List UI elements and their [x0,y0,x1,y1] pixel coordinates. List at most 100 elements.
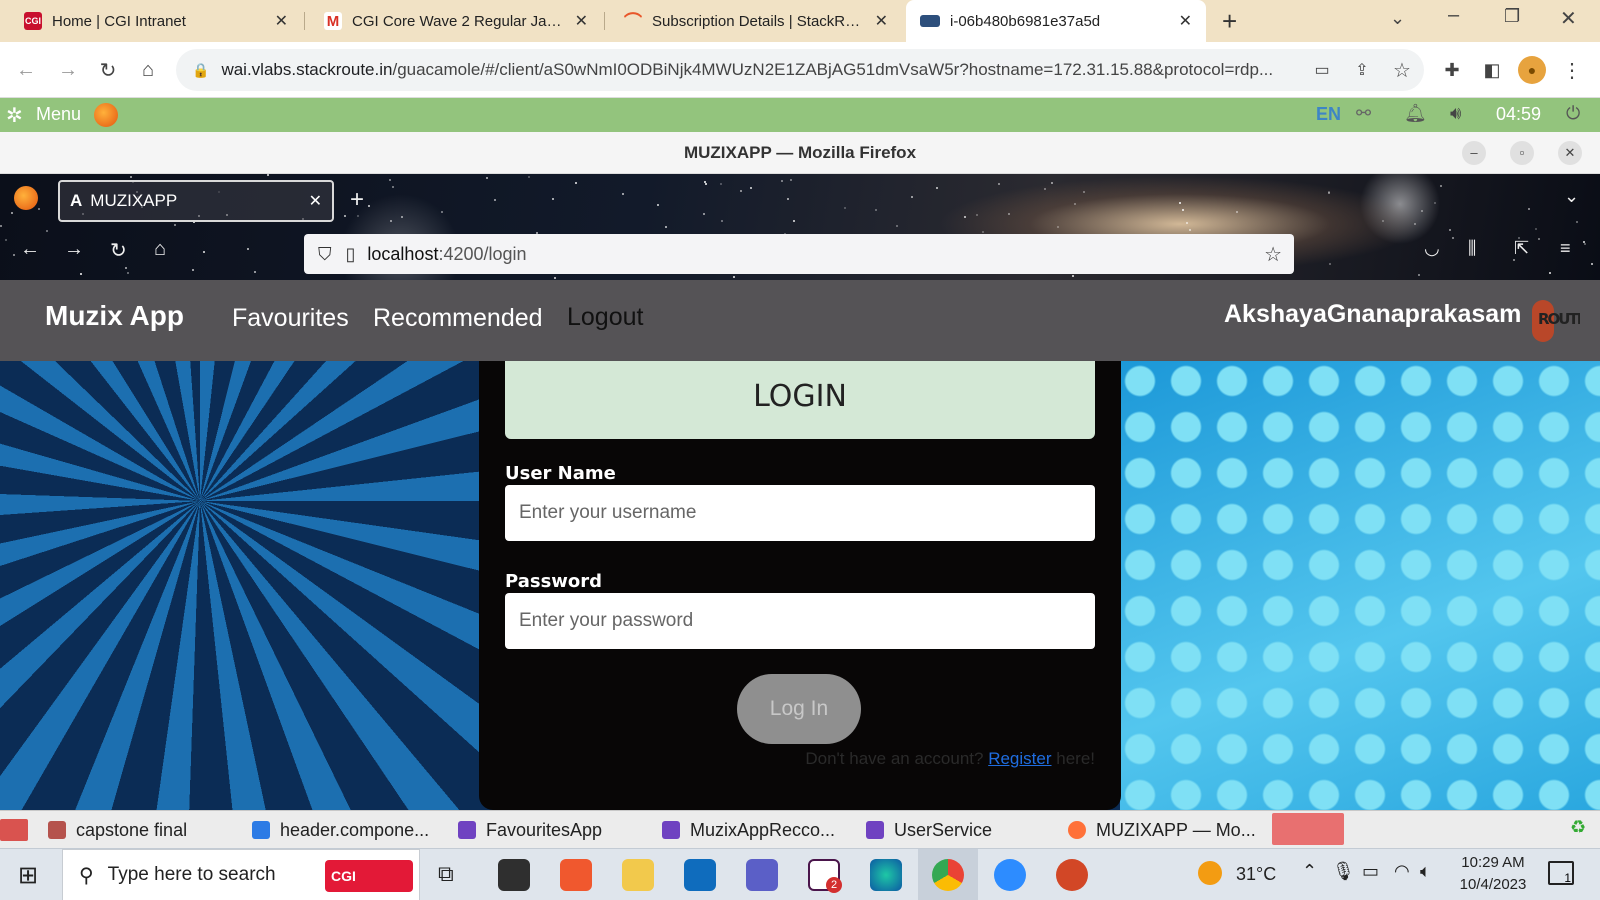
app-icon-hand[interactable] [560,859,592,891]
forward-button[interactable]: → [54,56,82,84]
menu-label[interactable]: Menu [36,104,81,125]
login-button[interactable]: Log In [737,674,861,744]
chrome-tab-gmail[interactable]: M CGI Core Wave 2 Regular Java B ✕ [310,0,602,42]
star-decoration [11,212,13,214]
firefox-launcher-icon[interactable] [94,103,118,127]
close-icon[interactable]: ✕ [1179,11,1192,31]
close-icon[interactable]: ✕ [309,191,322,211]
close-icon[interactable]: ✕ [275,11,288,31]
network-icon[interactable]: ⚯ [1356,103,1371,124]
notification-bell-icon[interactable]: 🔔︎ [1404,103,1427,124]
list-tabs-icon[interactable]: ⌄ [1564,186,1579,207]
reload-button[interactable]: ↻ [94,56,122,84]
extensions-icon[interactable]: ✚ [1438,56,1466,84]
menu-icon[interactable]: ✲ [6,103,23,128]
power-icon[interactable]: ⏻ [1566,103,1580,124]
maximize-button[interactable]: ▫ [1510,141,1534,165]
tab-search-chevron-icon[interactable]: ⌄ [1390,8,1405,29]
share-icon[interactable]: ⇪ [1348,56,1376,84]
taskbar-item-muzixapprecco[interactable]: MuzixAppRecco... [662,817,835,843]
taskbar-item-userservice[interactable]: UserService [866,817,992,843]
firefox-titlebar: MUZIXAPP — Mozilla Firefox – ▫ ✕ [0,132,1600,174]
system-date[interactable]: 10/4/2023 [1456,876,1530,893]
chrome-taskbar-active[interactable] [918,849,978,900]
firefox-window-preview[interactable] [1272,813,1344,845]
side-panel-icon[interactable]: ◧ [1478,56,1506,84]
teams-icon[interactable] [746,859,778,891]
nav-recommended[interactable]: Recommended [373,304,543,333]
nav-logout[interactable]: Logout [567,303,643,332]
weather-icon[interactable] [1198,861,1222,885]
volume-icon[interactable]: 🔊︎ [1450,103,1461,124]
back-button[interactable]: ← [20,238,40,261]
tab-label: MUZIXAPP [90,191,178,210]
system-time[interactable]: 10:29 AM [1456,854,1530,871]
star-decoration [486,177,488,179]
speaker-icon[interactable]: 🔈︎ [1420,861,1431,882]
close-window-button[interactable]: ✕ [1560,6,1577,31]
address-bar[interactable]: 🔒 wai.vlabs.stackroute.in/guacamole/#/cl… [176,49,1424,91]
back-button[interactable]: ← [12,56,40,84]
star-decoration [192,269,194,271]
brand-title[interactable]: Muzix App [45,300,184,332]
battery-icon[interactable]: ▭ [1362,861,1379,882]
url-host: localhost [367,243,439,264]
minimize-button[interactable]: – [1462,141,1486,165]
edge-icon[interactable] [870,859,902,891]
firefox-tab-muzixapp[interactable]: A MUZIXAPP ✕ [58,180,334,222]
microphone-icon[interactable]: 🎙︎ [1332,861,1355,882]
outlook-icon[interactable] [684,859,716,891]
library-icon[interactable]: ⫼ [1468,238,1476,259]
taskbar-item-header-component[interactable]: header.compone... [252,817,429,843]
chrome-tab-cgi-intranet[interactable]: CGI Home | CGI Intranet ✕ [10,0,302,42]
profile-avatar[interactable]: ● [1518,56,1546,84]
file-explorer-icon[interactable] [622,859,654,891]
username-input[interactable] [505,485,1095,541]
zoom-icon[interactable] [994,859,1026,891]
windows-start-icon[interactable]: ⊞ [18,861,38,890]
show-hidden-icons[interactable]: ⌃ [1302,861,1317,882]
register-link[interactable]: Register [988,749,1051,768]
home-button[interactable]: ⌂ [154,238,166,261]
chrome-tab-vm[interactable]: i-06b480b6981e37a5d ✕ [906,0,1206,42]
star-decoration [575,182,577,184]
close-window-button[interactable]: ✕ [1558,141,1582,165]
firefox-view-icon[interactable] [14,186,38,210]
extensions-icon[interactable]: ⇱ [1514,238,1529,259]
star-decoration [1189,229,1191,231]
firefox-url-bar[interactable]: ⛉ ▯ localhost:4200/login ☆ [304,234,1294,274]
bookmark-star-icon[interactable]: ☆ [1388,56,1416,84]
chrome-tab-stackroute[interactable]: ⌒ Subscription Details | StackRoute ✕ [610,0,902,42]
clipboard-icon[interactable]: ▭ [1308,56,1336,84]
taskbar-item-favouritesapp[interactable]: FavouritesApp [458,817,602,843]
nav-favourites[interactable]: Favourites [232,304,349,333]
close-icon[interactable]: ✕ [575,11,588,31]
forward-button[interactable]: → [64,238,84,261]
close-icon[interactable]: ✕ [875,11,888,31]
minimize-button[interactable]: – [1448,4,1459,27]
app-menu-icon[interactable]: ≡ [1560,238,1571,259]
slack-icon[interactable]: 2 [808,859,842,893]
reload-button[interactable]: ↻ [110,238,127,263]
password-input[interactable] [505,593,1095,649]
new-tab-button[interactable]: + [350,186,364,214]
chrome-menu-icon[interactable]: ⋮ [1558,56,1586,84]
taskbar-item-capstone[interactable]: capstone final [48,817,187,843]
restore-button[interactable]: ❐ [1504,6,1520,27]
home-button[interactable]: ⌂ [134,56,162,84]
star-decoration [0,225,2,227]
notification-center-icon[interactable]: 1 [1548,861,1574,885]
weather-temp[interactable]: 31°C [1236,864,1276,885]
powerpoint-icon[interactable] [1056,859,1088,891]
windows-search-box[interactable]: ⚲ Type here to search CGI [62,849,420,900]
taskbar-item-muzixapp-firefox[interactable]: MUZIXAPP — Mo... [1068,817,1256,843]
bookmark-star-icon[interactable]: ☆ [1264,242,1282,267]
show-desktop-icon[interactable] [0,819,28,841]
trash-icon[interactable]: ♻ [1570,817,1586,838]
wifi-icon[interactable]: ◠ [1394,861,1410,882]
keyboard-language[interactable]: EN [1316,104,1341,125]
app-icon-dark[interactable] [498,859,530,891]
task-view-icon[interactable]: ⧉ [438,861,454,887]
new-tab-button[interactable]: + [1222,6,1237,37]
pocket-icon[interactable]: ◡ [1424,238,1440,259]
